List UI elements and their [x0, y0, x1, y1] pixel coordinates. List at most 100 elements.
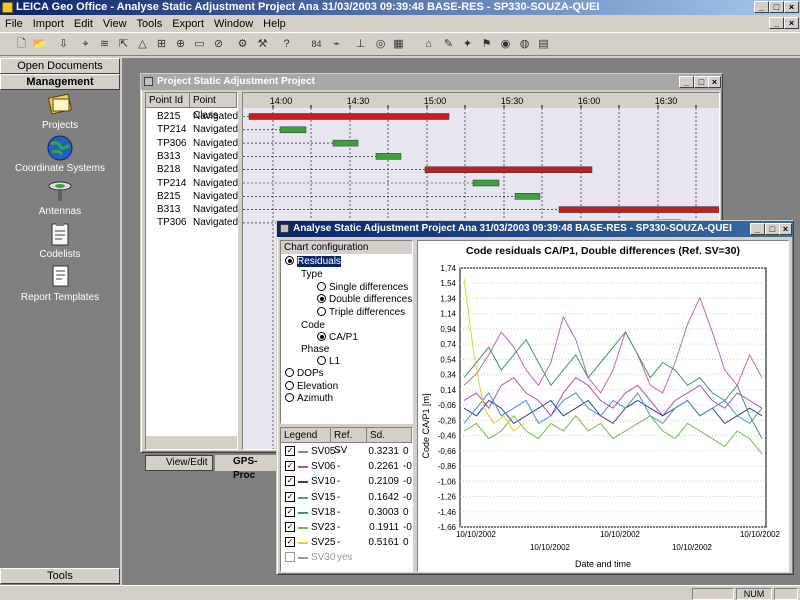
- legend-row[interactable]: SV30 yes: [281, 551, 412, 564]
- legend-row[interactable]: ✓ SV15- 0.1642 -0: [281, 491, 412, 504]
- sidebar-item-report-templates[interactable]: Report Templates: [0, 264, 120, 303]
- maximize-icon[interactable]: □: [694, 76, 709, 88]
- tool-9-icon[interactable]: ⌁: [328, 36, 345, 52]
- process-icon[interactable]: ⚙: [234, 36, 251, 52]
- axis-icon[interactable]: ⊥: [352, 36, 369, 52]
- close-icon[interactable]: ×: [708, 76, 721, 88]
- tool-8-icon[interactable]: ⊘: [210, 36, 227, 52]
- tree-residuals[interactable]: Residuals: [285, 256, 341, 268]
- tool-6-icon[interactable]: ⊕: [172, 36, 189, 52]
- radio-ca-p1[interactable]: CA/P1: [317, 332, 358, 344]
- occupation-bar[interactable]: [424, 166, 593, 173]
- open-documents-button[interactable]: Open Documents: [0, 58, 120, 74]
- tool-10-icon[interactable]: ✎: [440, 36, 457, 52]
- tool-13-icon[interactable]: ◉: [497, 36, 514, 52]
- radio-dops[interactable]: DOPs: [285, 368, 324, 380]
- point-row[interactable]: TP214 Navigated: [146, 123, 238, 136]
- legend-row[interactable]: ✓ SV05- 0.3231 0: [281, 445, 412, 458]
- close-icon[interactable]: ×: [779, 223, 792, 235]
- adjust-icon[interactable]: ⚒: [254, 36, 271, 52]
- menu-view[interactable]: View: [98, 18, 132, 30]
- legend-checkbox[interactable]: ✓: [285, 537, 295, 548]
- tool-4-icon[interactable]: △: [134, 36, 151, 52]
- menu-window[interactable]: Window: [209, 18, 258, 30]
- help-pointer-icon[interactable]: ?: [278, 36, 295, 52]
- menu-import[interactable]: Import: [28, 18, 69, 30]
- occupation-bar[interactable]: [279, 126, 307, 134]
- point-row[interactable]: B215 Navigated: [146, 190, 238, 203]
- tools-button[interactable]: Tools: [0, 568, 120, 584]
- radio-single-differences[interactable]: Single differences: [317, 282, 408, 294]
- tool-12-icon[interactable]: ⚑: [478, 36, 495, 52]
- tool-2-icon[interactable]: ≋: [96, 36, 113, 52]
- menu-export[interactable]: Export: [167, 18, 209, 30]
- legend-checkbox[interactable]: ✓: [285, 446, 295, 456]
- legend-row[interactable]: ✓ SV10- 0.2109 -0: [281, 475, 412, 488]
- horizontal-scrollbar[interactable]: [146, 436, 237, 449]
- col-point-id[interactable]: Point Id: [146, 93, 190, 108]
- tab-view-edit[interactable]: View/Edit: [145, 455, 213, 471]
- target-icon[interactable]: ◎: [372, 36, 389, 52]
- import-icon[interactable]: ⇩: [55, 36, 72, 52]
- col-legend[interactable]: Legend: [281, 428, 331, 443]
- tool-7-icon[interactable]: ▭: [191, 36, 208, 52]
- tool-11-icon[interactable]: ✦: [459, 36, 476, 52]
- legend-checkbox[interactable]: ✓: [285, 506, 295, 517]
- minimize-icon[interactable]: _: [750, 223, 765, 235]
- radio-elevation[interactable]: Elevation: [285, 381, 338, 393]
- point-row[interactable]: B313 Navigated: [146, 150, 238, 163]
- close-icon[interactable]: ×: [784, 1, 799, 13]
- zoom-level[interactable]: 84: [308, 36, 325, 52]
- open-folder-icon[interactable]: 📂: [31, 36, 48, 52]
- legend-checkbox[interactable]: ✓: [285, 461, 295, 472]
- point-row[interactable]: B313 Navigated: [146, 203, 238, 216]
- radio-azimuth[interactable]: Azimuth: [285, 393, 333, 405]
- legend-checkbox[interactable]: ✓: [285, 491, 295, 502]
- tab-gps-proc[interactable]: GPS-Proc: [215, 455, 277, 481]
- tool-14-icon[interactable]: ◍: [516, 36, 533, 52]
- legend-row[interactable]: ✓ SV25- 0.5161 0: [281, 536, 412, 549]
- sidebar-item-coordinate-systems[interactable]: Coordinate Systems: [0, 135, 120, 174]
- radio-l1[interactable]: L1: [317, 356, 340, 368]
- occupation-bar[interactable]: [558, 206, 719, 213]
- maximize-icon[interactable]: □: [765, 223, 780, 235]
- occupation-bar[interactable]: [472, 179, 500, 187]
- point-row[interactable]: B215 Navigated: [146, 110, 238, 123]
- legend-checkbox[interactable]: [285, 552, 295, 563]
- sidebar-item-codelists[interactable]: Codelists: [0, 221, 120, 260]
- col-ref-sv[interactable]: Ref. SV: [331, 428, 367, 456]
- tool-1-icon[interactable]: ⌖: [77, 36, 94, 52]
- minimize-icon[interactable]: _: [754, 1, 769, 13]
- point-row[interactable]: TP214 Navigated: [146, 177, 238, 190]
- sidebar-item-projects[interactable]: Projects: [0, 92, 120, 131]
- maximize-icon[interactable]: □: [769, 1, 784, 13]
- grid-icon[interactable]: ▦: [390, 36, 407, 52]
- occupation-bar[interactable]: [375, 153, 402, 160]
- occupation-bar[interactable]: [514, 193, 541, 200]
- occupation-bar[interactable]: [332, 139, 359, 147]
- legend-row[interactable]: ✓ SV06- 0.2261 -0: [281, 460, 412, 473]
- management-button[interactable]: Management: [0, 74, 120, 90]
- legend-checkbox[interactable]: ✓: [285, 476, 295, 487]
- radio-double-differences[interactable]: Double differences: [317, 294, 412, 306]
- legend-row[interactable]: ✓ SV23- 0.1911 -0: [281, 521, 412, 534]
- col-point-class[interactable]: Point Class: [190, 93, 237, 121]
- tool-15-icon[interactable]: ▤: [535, 36, 552, 52]
- menu-help[interactable]: Help: [258, 18, 291, 30]
- sidebar-item-antennas[interactable]: Antennas: [0, 178, 120, 217]
- menu-tools[interactable]: Tools: [132, 18, 168, 30]
- minimize-icon[interactable]: _: [679, 76, 694, 88]
- occupation-bar[interactable]: [248, 113, 450, 120]
- col-sd[interactable]: Sd.: [367, 428, 412, 443]
- menu-edit[interactable]: Edit: [69, 18, 98, 30]
- new-document-icon[interactable]: 🗋: [13, 36, 30, 52]
- tag-icon[interactable]: ⌂: [420, 36, 437, 52]
- point-row[interactable]: TP306 Navigated: [146, 216, 238, 229]
- legend-row[interactable]: ✓ SV18- 0.3003 0: [281, 506, 412, 519]
- legend-checkbox[interactable]: ✓: [285, 522, 295, 532]
- point-row[interactable]: TP306 Navigated: [146, 137, 238, 150]
- mdi-minimize-icon[interactable]: _: [769, 17, 784, 29]
- radio-triple-differences[interactable]: Triple differences: [317, 307, 405, 319]
- tool-5-icon[interactable]: ⊞: [153, 36, 170, 52]
- menu-file[interactable]: File: [0, 18, 28, 30]
